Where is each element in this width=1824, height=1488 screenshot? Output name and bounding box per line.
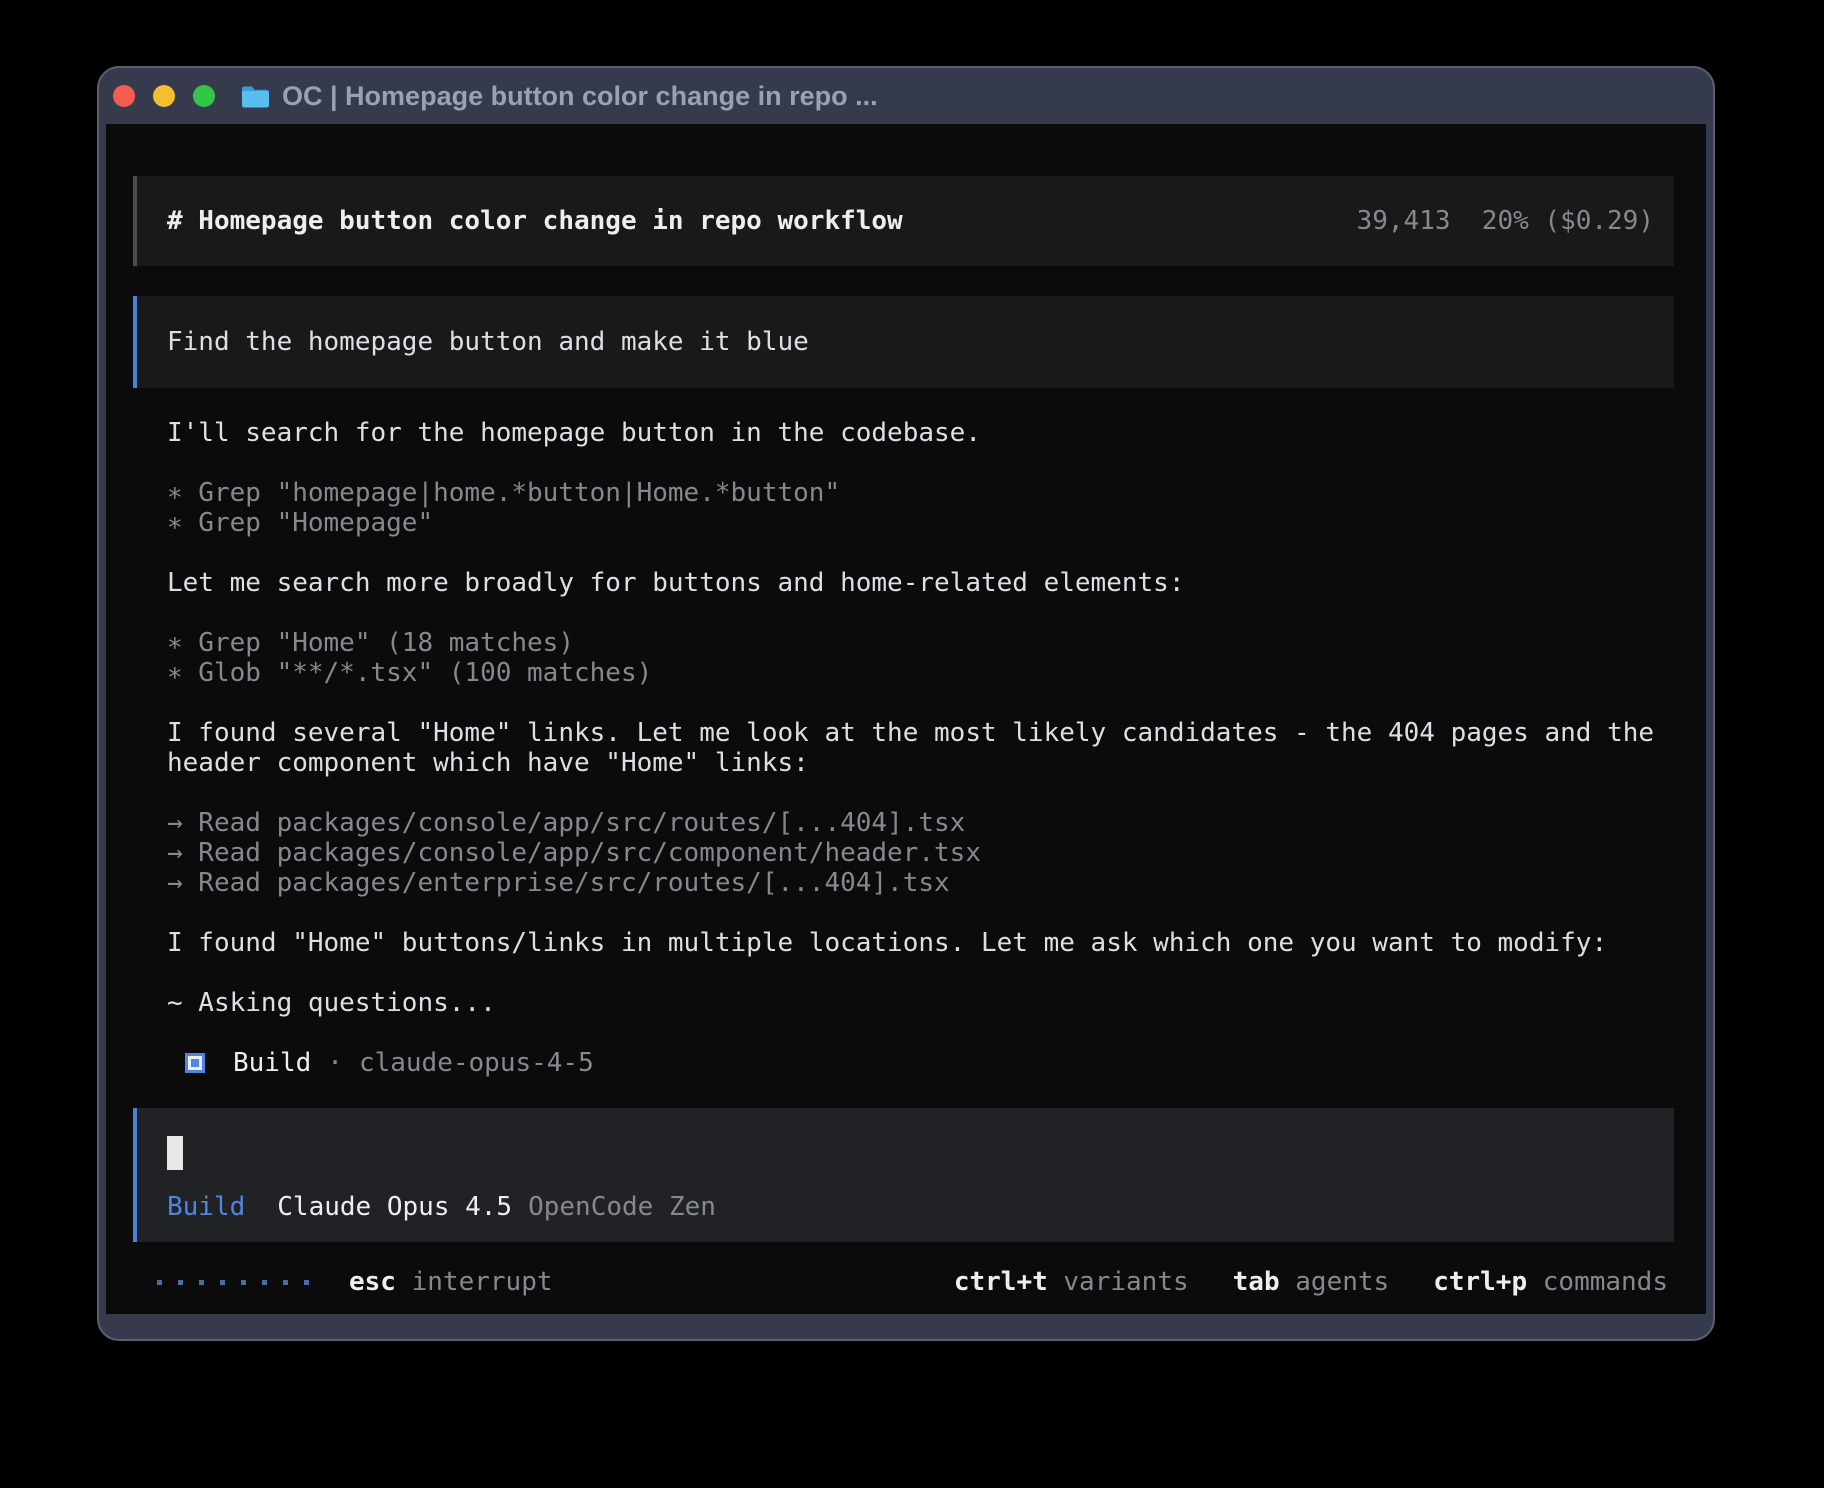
agent-badge-core: [191, 1059, 199, 1067]
input-agent-label[interactable]: Build: [167, 1192, 245, 1222]
shortcut-key: ctrl+p: [1433, 1267, 1527, 1297]
text-cursor: [167, 1136, 183, 1170]
model-name: claude-opus-4-5: [359, 1048, 594, 1078]
input-provider-label: OpenCode Zen: [528, 1192, 716, 1222]
tool-call-line: ∗ Grep "Home" (18 matches): [167, 628, 1674, 658]
spinner-dot: [220, 1280, 225, 1285]
session-stats: 39,413 20% ($0.29): [1357, 206, 1654, 236]
shortcut-label: [1527, 1267, 1543, 1297]
agent-name: Build: [233, 1048, 311, 1078]
shortcut-interrupt: esc interrupt: [349, 1267, 553, 1297]
tool-call-group: ∗ Grep "Home" (18 matches) ∗ Glob "**/*.…: [167, 628, 1674, 688]
agent-badge-inner: [188, 1056, 202, 1070]
input-model-label[interactable]: Claude Opus 4.5: [277, 1192, 512, 1222]
tool-call-line: → Read packages/enterprise/src/routes/[.…: [167, 868, 1674, 898]
shortcut-label: [1048, 1267, 1064, 1297]
minimize-button[interactable]: [153, 85, 175, 107]
titlebar[interactable]: OC | Homepage button color change in rep…: [99, 68, 1713, 124]
spinner-dot: [262, 1280, 267, 1285]
tool-call-line: ∗ Grep "Homepage": [167, 508, 1674, 538]
session-title: # Homepage button color change in repo w…: [167, 206, 903, 236]
assistant-text: I'll search for the homepage button in t…: [167, 418, 1674, 448]
zoom-button[interactable]: [193, 85, 215, 107]
status-bar-right: ctrl+t variants tab agents ctrl+p comman…: [954, 1267, 1674, 1297]
shortcut-label: agents: [1295, 1267, 1389, 1297]
spinner-dots: [157, 1280, 309, 1285]
assistant-text: I found several "Home" links. Let me loo…: [167, 718, 1674, 778]
close-button[interactable]: [113, 85, 135, 107]
status-bar-left: esc interrupt: [133, 1267, 553, 1297]
shortcut-key: ctrl+t: [954, 1267, 1048, 1297]
folder-icon: [241, 84, 270, 108]
shortcut-key: tab: [1233, 1267, 1280, 1297]
shortcut-label: interrupt: [412, 1267, 553, 1297]
shortcut-key: esc: [349, 1267, 396, 1297]
spinner-dot: [157, 1280, 162, 1285]
tool-call-line: ∗ Grep "homepage|home.*button|Home.*butt…: [167, 478, 1674, 508]
tool-call-group: ∗ Grep "homepage|home.*button|Home.*butt…: [167, 478, 1674, 538]
spinner-dot: [199, 1280, 204, 1285]
spinner-dot: [178, 1280, 183, 1285]
terminal-window: OC | Homepage button color change in rep…: [97, 66, 1715, 1341]
input-meta: Build Claude Opus 4.5 OpenCode Zen: [167, 1192, 1644, 1222]
transcript: I'll search for the homepage button in t…: [133, 418, 1674, 1108]
user-message: Find the homepage button and make it blu…: [133, 296, 1674, 388]
tool-call-group: → Read packages/console/app/src/routes/[…: [167, 808, 1674, 898]
tool-call-line: → Read packages/console/app/src/routes/[…: [167, 808, 1674, 838]
prompt-input[interactable]: Build Claude Opus 4.5 OpenCode Zen: [133, 1108, 1674, 1242]
shortcut-label: variants: [1063, 1267, 1188, 1297]
tool-call-line: ∗ Glob "**/*.tsx" (100 matches): [167, 658, 1674, 688]
shortcut-agents: tab agents: [1233, 1267, 1390, 1297]
separator-dot: ·: [327, 1048, 343, 1078]
session-header: # Homepage button color change in repo w…: [133, 176, 1674, 266]
spinner-dot: [241, 1280, 246, 1285]
terminal-content: # Homepage button color change in repo w…: [106, 124, 1706, 1314]
status-bar: esc interrupt ctrl+t variants tab agents…: [133, 1267, 1674, 1297]
status-text: ~ Asking questions...: [167, 988, 1674, 1018]
user-message-text: Find the homepage button and make it blu…: [167, 327, 809, 357]
assistant-text: Let me search more broadly for buttons a…: [167, 568, 1674, 598]
shortcut-variants: ctrl+t variants: [954, 1267, 1189, 1297]
window-title: OC | Homepage button color change in rep…: [282, 81, 878, 112]
traffic-lights: [113, 85, 215, 107]
spinner-dot: [283, 1280, 288, 1285]
tool-call-line: → Read packages/console/app/src/componen…: [167, 838, 1674, 868]
shortcut-commands: ctrl+p commands: [1433, 1267, 1668, 1297]
agent-status-row: Build · claude-opus-4-5: [167, 1048, 1674, 1078]
assistant-text: I found "Home" buttons/links in multiple…: [167, 928, 1674, 958]
shortcut-label: [396, 1267, 412, 1297]
agent-badge-icon: [185, 1053, 205, 1073]
spinner-dot: [304, 1280, 309, 1285]
shortcut-label: commands: [1543, 1267, 1668, 1297]
shortcut-label: [1280, 1267, 1296, 1297]
